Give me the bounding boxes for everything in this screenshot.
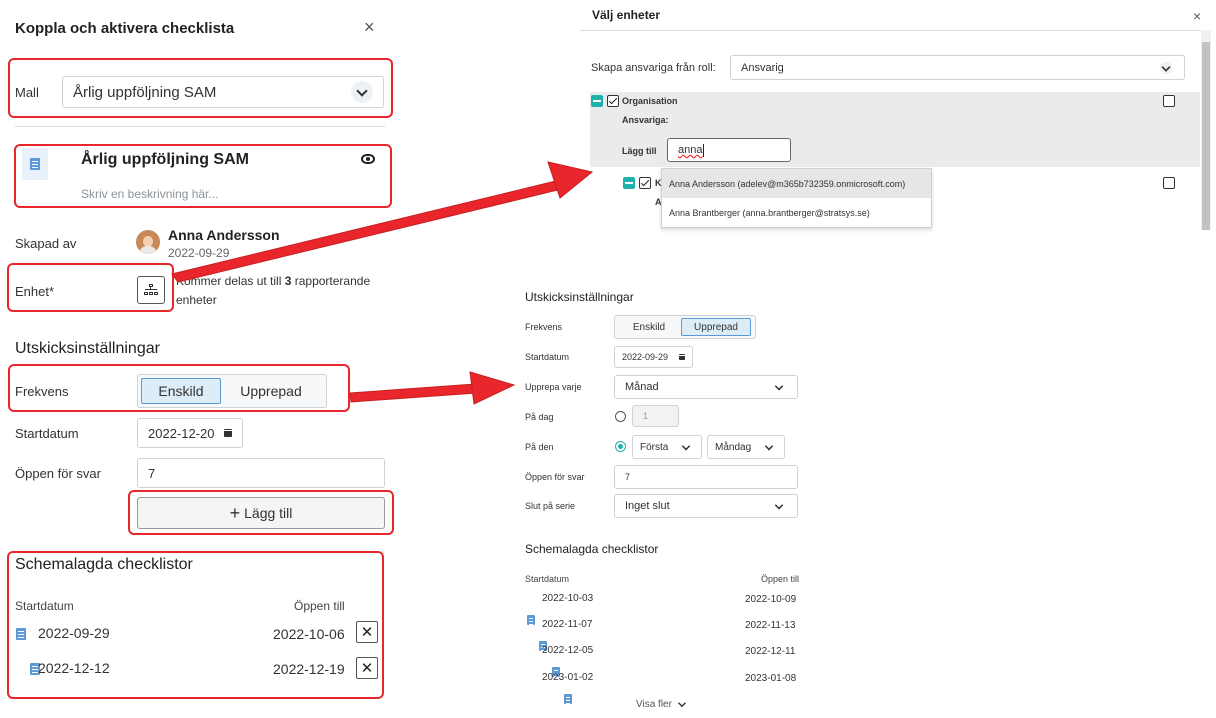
annotation-arrows xyxy=(171,161,594,405)
arrow-to-repeat-settings xyxy=(349,371,516,405)
arrow-to-units-dialog xyxy=(171,161,594,283)
